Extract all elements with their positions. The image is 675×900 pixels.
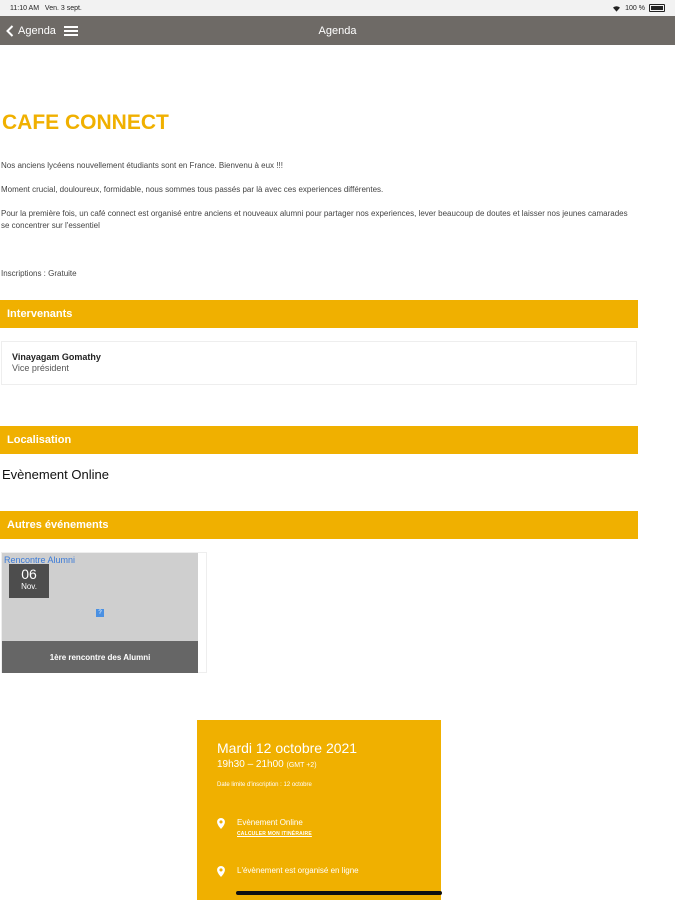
event-date: Mardi 12 octobre 2021 [217, 740, 358, 756]
speaker-card[interactable]: Vinayagam Gomathy Vice président [1, 341, 637, 385]
section-header-location: Localisation [0, 426, 638, 454]
location-pin-icon [217, 818, 225, 829]
chevron-left-icon [6, 24, 14, 37]
online-row: L'évènement est organisé en ligne [217, 866, 359, 877]
other-event-card[interactable]: ? Rencontre Alumni 06 Nov. 1ère rencontr… [1, 552, 207, 673]
status-time: 11:10 AM [10, 4, 40, 12]
registration-info: Inscriptions : Gratuite [1, 269, 77, 278]
info-location: Evènement Online [237, 818, 303, 827]
date-badge: 06 Nov. [9, 564, 49, 598]
location-pin-icon [217, 866, 225, 877]
location-row: Evènement Online CALCULER MON ITINÉRAIRE [217, 818, 312, 837]
speaker-role: Vice président [12, 363, 69, 373]
date-day: 06 [21, 566, 37, 582]
status-date: Ven. 3 sept. [44, 4, 82, 12]
event-title: CAFE CONNECT [2, 111, 169, 134]
speaker-name: Vinayagam Gomathy [12, 352, 101, 362]
status-bar: 11:10 AM Ven. 3 sept. 100 % [0, 0, 675, 16]
description-paragraph-3: Pour la première fois, un café connect e… [1, 209, 628, 230]
description-paragraph-2: Moment crucial, douloureux, formidable, … [1, 185, 384, 194]
section-header-other-events: Autres événements [0, 511, 638, 539]
description-paragraph-1: Nos anciens lycéens nouvellement étudian… [1, 161, 283, 170]
event-time-row: 19h30 – 21h00 (GMT +2) [217, 759, 421, 770]
navigation-bar: Agenda Agenda [0, 16, 675, 45]
menu-icon[interactable] [63, 25, 78, 36]
registration-deadline: Date limite d'inscription : 12 octobre [217, 782, 312, 788]
back-label: Agenda [18, 24, 56, 37]
event-timezone: (GMT +2) [286, 762, 317, 769]
location-text: Evènement Online [2, 467, 109, 482]
wifi-icon [613, 5, 621, 12]
directions-link[interactable]: CALCULER MON ITINÉRAIRE [237, 831, 312, 837]
battery-percentage: 100 % [625, 4, 645, 12]
date-month: Nov. [21, 582, 37, 591]
event-info-box: Mardi 12 octobre 2021 19h30 – 21h00 (GMT… [197, 720, 441, 900]
section-header-speakers: Intervenants [0, 300, 638, 328]
event-card-title: 1ère rencontre des Alumni [2, 641, 198, 673]
online-note: L'évènement est organisé en ligne [237, 866, 359, 875]
status-right: 100 % [612, 4, 665, 12]
home-indicator[interactable] [236, 891, 442, 895]
event-time: 19h30 – 21h00 [217, 759, 284, 770]
battery-icon [649, 4, 665, 12]
nav-title: Agenda [318, 24, 357, 37]
back-button[interactable]: Agenda [0, 25, 56, 37]
status-left: 11:10 AM Ven. 3 sept. [10, 5, 82, 12]
broken-image-icon: ? [96, 609, 104, 617]
